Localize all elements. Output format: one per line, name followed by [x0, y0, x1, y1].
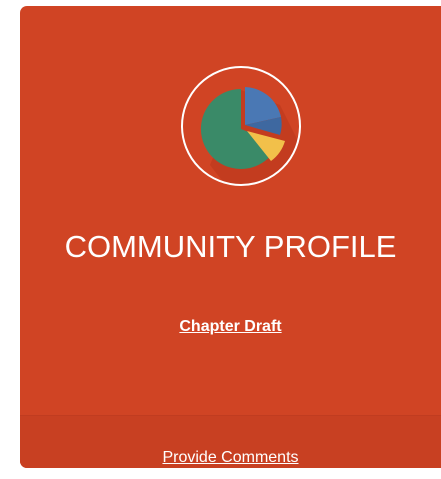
chapter-draft-link[interactable]: Chapter Draft — [20, 318, 441, 336]
community-profile-card: COMMUNITY PROFILE Chapter Draft Provide … — [20, 6, 441, 468]
provide-comments-link[interactable]: Provide Comments — [20, 449, 441, 467]
page-title: COMMUNITY PROFILE — [64, 229, 397, 264]
pie-chart-icon — [180, 65, 302, 187]
